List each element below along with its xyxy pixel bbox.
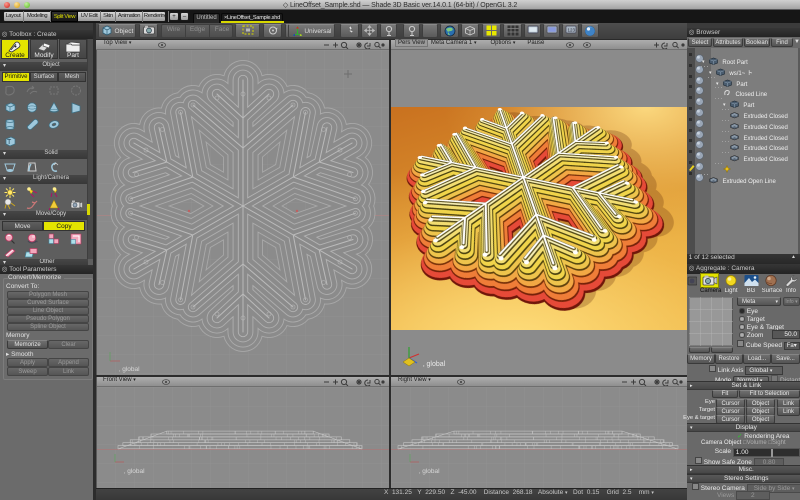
svg-text:123: 123 [567, 28, 575, 33]
svg-text:‚ global: ‚ global [119, 366, 140, 373]
svg-text:‚ global: ‚ global [419, 468, 440, 475]
svg-text:‚ global: ‚ global [124, 468, 145, 475]
svg-text:T: T [7, 139, 12, 146]
svg-text:‚ global: ‚ global [423, 361, 446, 368]
